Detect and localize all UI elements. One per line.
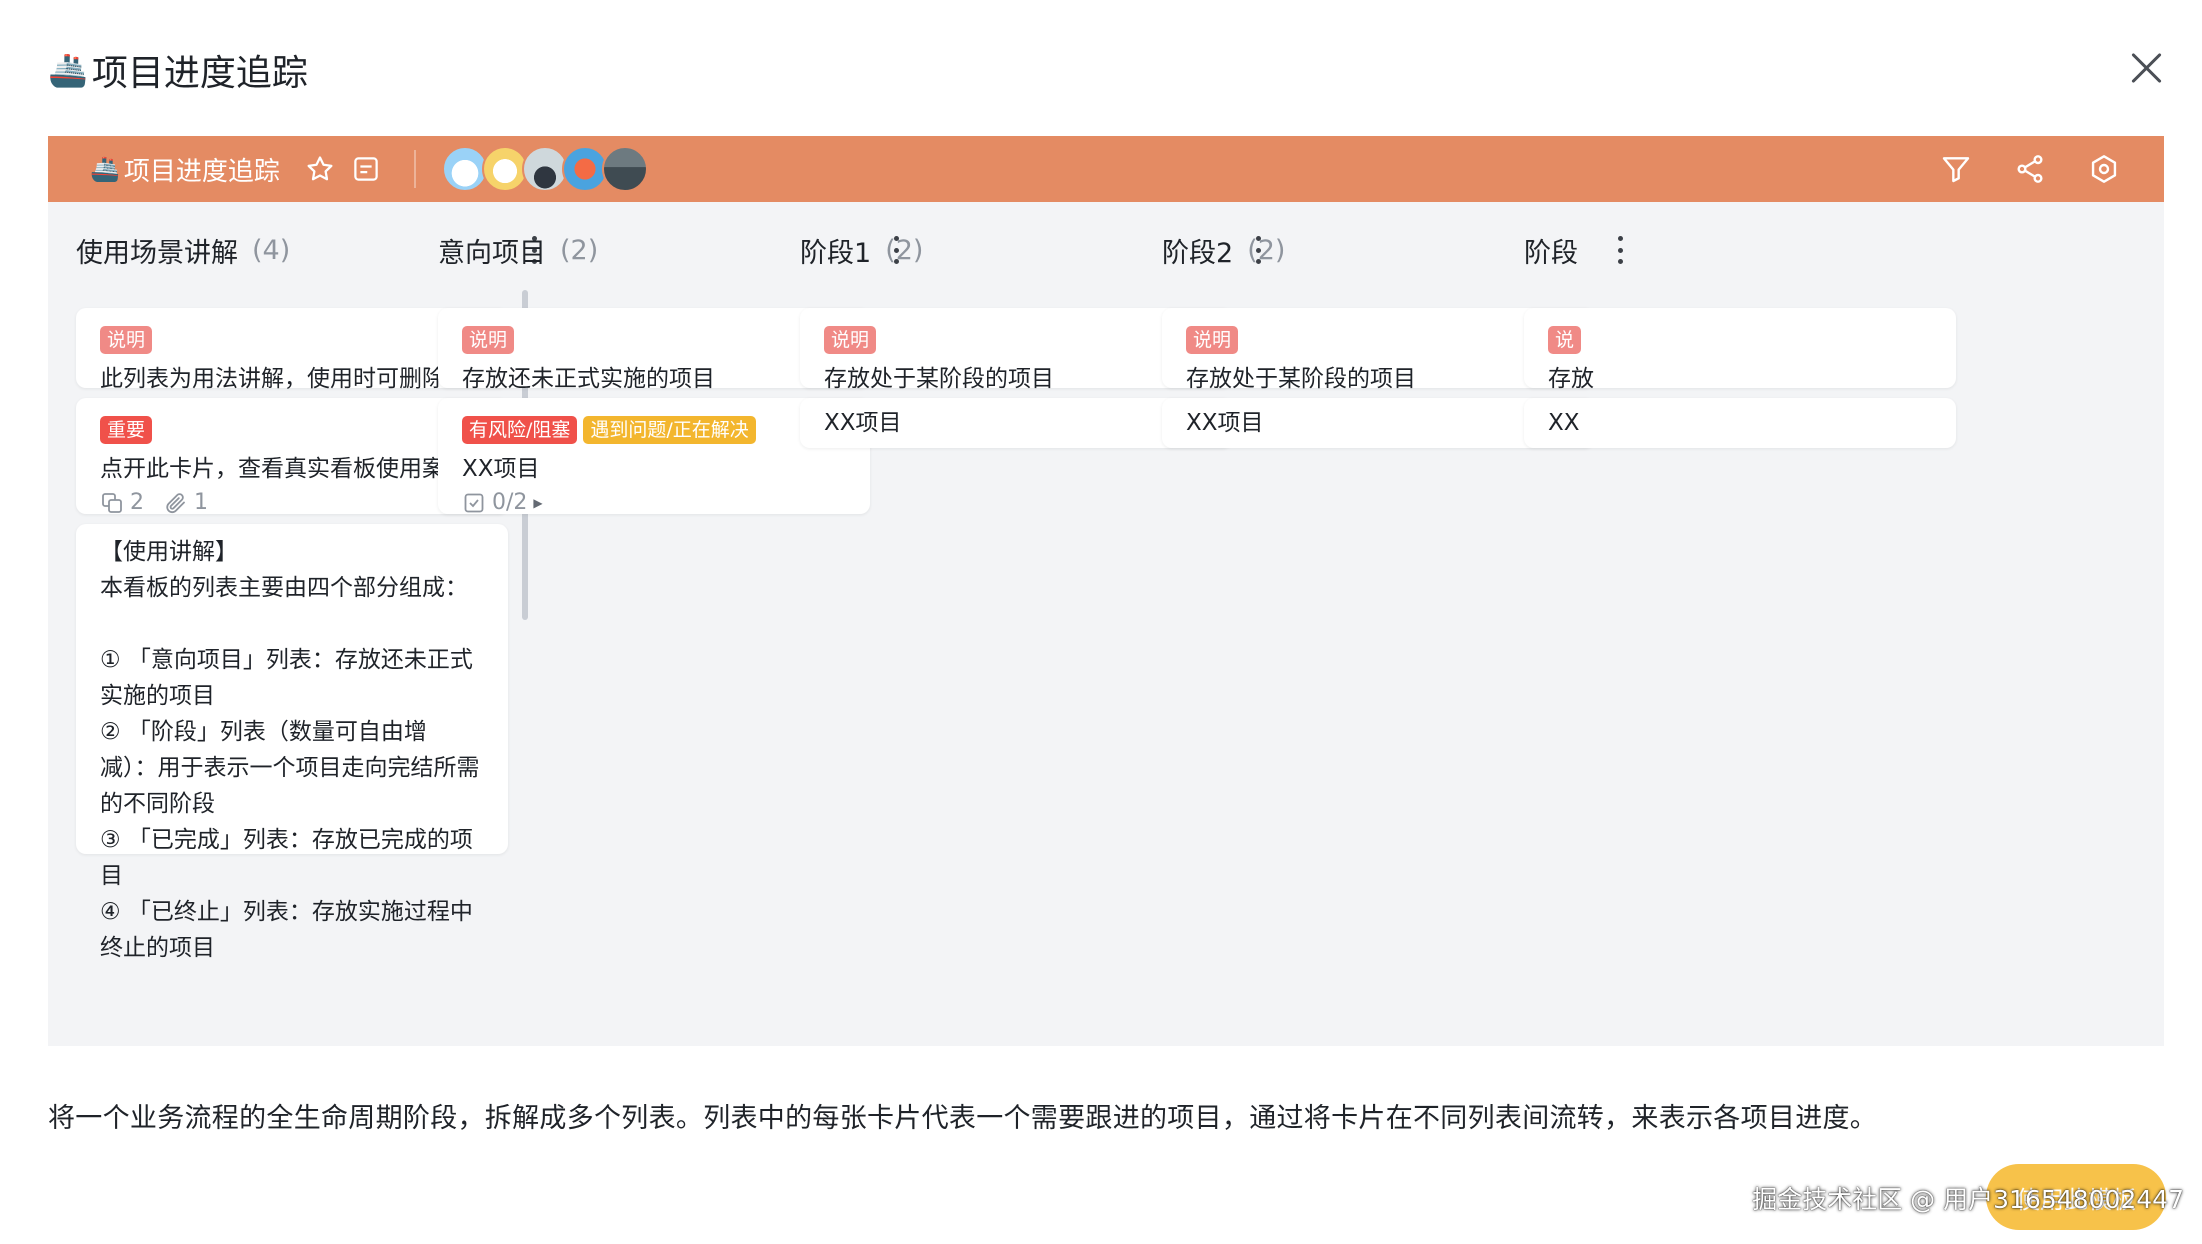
list-count: (2) bbox=[885, 234, 924, 266]
card-text: 此列表为用法讲解，使用时可删除 bbox=[100, 366, 445, 392]
checklist[interactable]: 0/2 ▶ bbox=[462, 490, 543, 515]
board-preview: 🚢 项目进度追踪 使用场景讲解 (4) 说明 此列表为用法讲解，使用时可删除 重… bbox=[48, 136, 2164, 1046]
tag: 重要 bbox=[100, 416, 153, 444]
tag: 说明 bbox=[824, 326, 877, 354]
star-icon[interactable] bbox=[302, 151, 338, 187]
toolbar-actions bbox=[1938, 151, 2122, 187]
document-icon[interactable] bbox=[348, 151, 384, 187]
board-toolbar: 🚢 项目进度追踪 bbox=[48, 136, 2164, 202]
attachments: 1 bbox=[164, 490, 208, 515]
subtask-icon bbox=[102, 492, 122, 513]
list-card[interactable]: XX bbox=[1524, 398, 1956, 448]
list-title: 阶段 bbox=[1524, 237, 1578, 269]
ship-icon: 🚢 bbox=[48, 51, 88, 89]
tag: 有风险/阻塞 bbox=[462, 416, 578, 444]
list-header[interactable]: 阶段 bbox=[1524, 230, 2004, 270]
board-title-text: 项目进度追踪 bbox=[123, 156, 280, 187]
list-count: (4) bbox=[252, 234, 291, 266]
template-preview-modal: 🚢 项目进度追踪 🚢 项目进度追踪 使用场景讲解 (4) 说明 此列表为用法讲解… bbox=[0, 0, 2202, 1244]
board-title: 🚢 项目进度追踪 bbox=[90, 151, 280, 188]
list-title: 阶段1 bbox=[800, 237, 872, 269]
ship-icon: 🚢 bbox=[90, 155, 120, 183]
member-avatars[interactable] bbox=[441, 146, 648, 192]
tag: 说明 bbox=[100, 326, 153, 354]
card-text: 存放还未正式实施的项目 bbox=[462, 366, 715, 392]
card-text: 存放处于某阶段的项目 bbox=[1186, 366, 1416, 392]
tag: 遇到问题/正在解决 bbox=[583, 416, 756, 444]
close-icon[interactable] bbox=[2126, 48, 2166, 88]
card-meta: 0/2 ▶ bbox=[462, 490, 846, 515]
paperclip-icon bbox=[166, 492, 185, 513]
list-card[interactable]: 【使用讲解】 本看板的列表主要由四个部分组成： ① 「意向项目」列表：存放还未正… bbox=[76, 524, 508, 961]
watermark: 掘金技术社区 @ 用户3165480024​47 bbox=[1752, 1185, 2184, 1214]
tag: 说明 bbox=[1186, 326, 1239, 354]
card-text: XX bbox=[1548, 410, 1580, 436]
modal-title-text: 项目进度追踪 bbox=[91, 53, 308, 94]
subtasks: 2 bbox=[100, 490, 144, 515]
tag: 说明 bbox=[462, 326, 515, 354]
toolbar-divider bbox=[413, 150, 416, 188]
card-text: XX项目 bbox=[462, 456, 540, 482]
tag: 说 bbox=[1548, 326, 1582, 354]
caret-right-icon: ▶ bbox=[533, 495, 543, 510]
list-title: 意向项目 bbox=[438, 237, 546, 269]
share-icon[interactable] bbox=[2012, 151, 2048, 187]
list-count: (2) bbox=[1247, 234, 1286, 266]
template-description: 将一个业务流程的全生命周期阶段，拆解成多个列表。列表中的每张卡片代表一个需要跟进… bbox=[48, 1103, 1878, 1134]
avatar[interactable] bbox=[601, 146, 648, 192]
kanban-board: 使用场景讲解 (4) 说明 此列表为用法讲解，使用时可删除 重要 点开此卡片，查… bbox=[48, 202, 2164, 1046]
card-text: 【使用讲解】 本看板的列表主要由四个部分组成： ① 「意向项目」列表：存放还未正… bbox=[100, 539, 480, 961]
list-title: 阶段2 bbox=[1162, 237, 1234, 269]
card-text: 存放 bbox=[1548, 366, 1594, 392]
list-title: 使用场景讲解 bbox=[76, 237, 238, 269]
checkbox-icon bbox=[464, 493, 484, 512]
card-text: 点开此卡片，查看真实看板使用案例 bbox=[100, 456, 468, 482]
list-card[interactable]: 说 存放 bbox=[1524, 308, 1956, 392]
settings-icon[interactable] bbox=[2086, 151, 2122, 187]
card-text: XX项目 bbox=[824, 410, 902, 436]
card-text: XX项目 bbox=[1186, 410, 1264, 436]
card-text: 存放处于某阶段的项目 bbox=[824, 366, 1054, 392]
attachments-count: 1 bbox=[194, 490, 208, 515]
subtasks-count: 2 bbox=[130, 490, 144, 515]
card-meta: 2 1 bbox=[100, 490, 484, 515]
modal-title: 🚢 项目进度追踪 bbox=[48, 44, 308, 96]
list-count: (2) bbox=[560, 234, 599, 266]
filter-icon[interactable] bbox=[1938, 151, 1974, 187]
checklist-progress: 0/2 bbox=[492, 490, 528, 515]
